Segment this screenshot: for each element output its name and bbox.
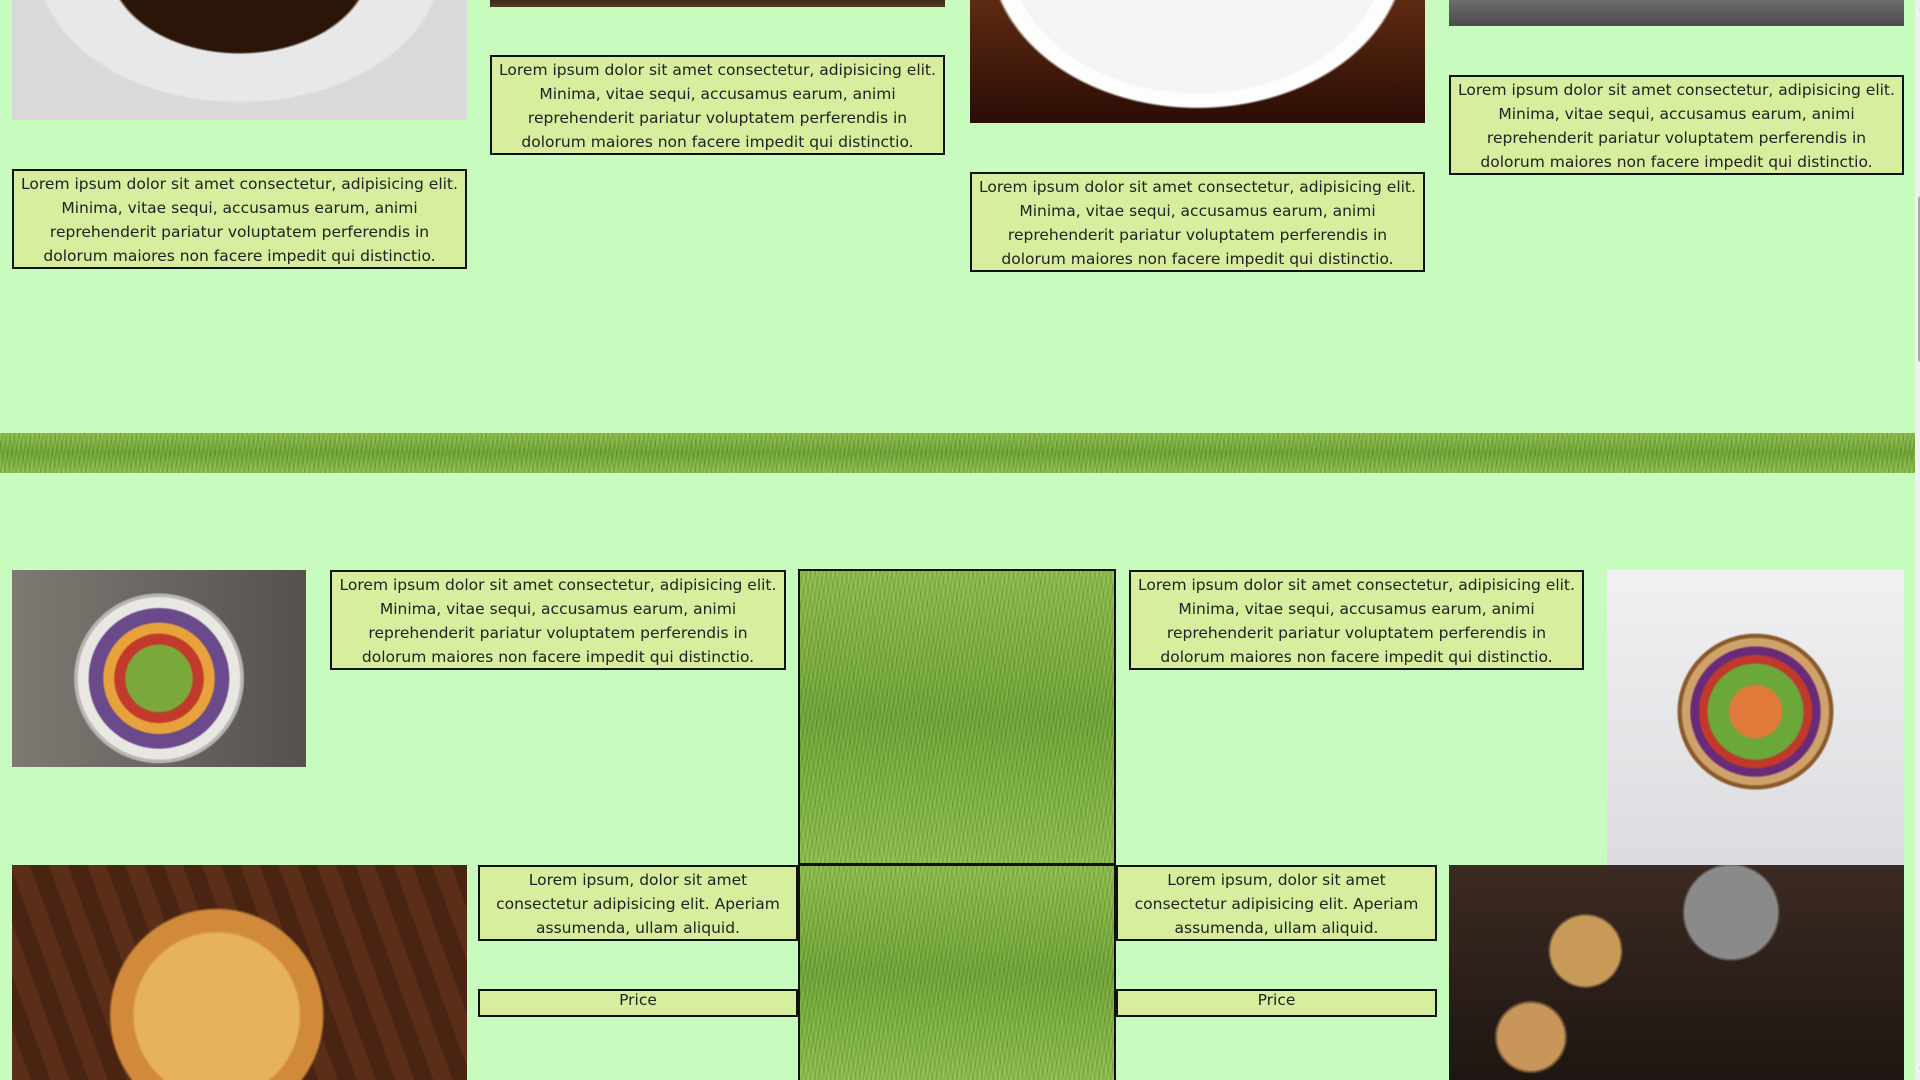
- salad-plate-image: [12, 570, 306, 767]
- grass-divider: [0, 433, 1915, 473]
- price-label: Price: [1116, 989, 1437, 1017]
- description-text: Lorem ipsum dolor sit amet consectetur, …: [490, 55, 945, 155]
- description-text: Lorem ipsum dolor sit amet consectetur, …: [970, 172, 1425, 272]
- food-bowl-image: [12, 0, 467, 120]
- description-text: Lorem ipsum dolor sit amet consectetur, …: [12, 169, 467, 269]
- description-text: Lorem ipsum dolor sit amet consectetur, …: [330, 570, 786, 670]
- pizza-image: [12, 865, 467, 1080]
- plate-image: [970, 0, 1425, 123]
- vertical-scrollbar[interactable]: ▲ ▼: [1915, 0, 1920, 1080]
- food-image: [1449, 0, 1904, 26]
- price-label: Price: [478, 989, 798, 1017]
- food-image: [490, 0, 945, 7]
- short-description-text: Lorem ipsum, dolor sit amet consectetur …: [478, 865, 798, 941]
- scroll-down-arrow-icon[interactable]: ▼: [1915, 1066, 1920, 1076]
- salad-bowl-image: [1607, 570, 1904, 865]
- bakery-image: [1449, 865, 1904, 1080]
- grass-image: [798, 864, 1116, 1080]
- grass-image: [798, 569, 1116, 865]
- short-description-text: Lorem ipsum, dolor sit amet consectetur …: [1116, 865, 1437, 941]
- page: { "cards": { "long_text": "Lorem ipsum d…: [0, 0, 1920, 1080]
- description-text: Lorem ipsum dolor sit amet consectetur, …: [1449, 75, 1904, 175]
- description-text: Lorem ipsum dolor sit amet consectetur, …: [1129, 570, 1584, 670]
- scroll-up-arrow-icon[interactable]: ▲: [1915, 2, 1920, 12]
